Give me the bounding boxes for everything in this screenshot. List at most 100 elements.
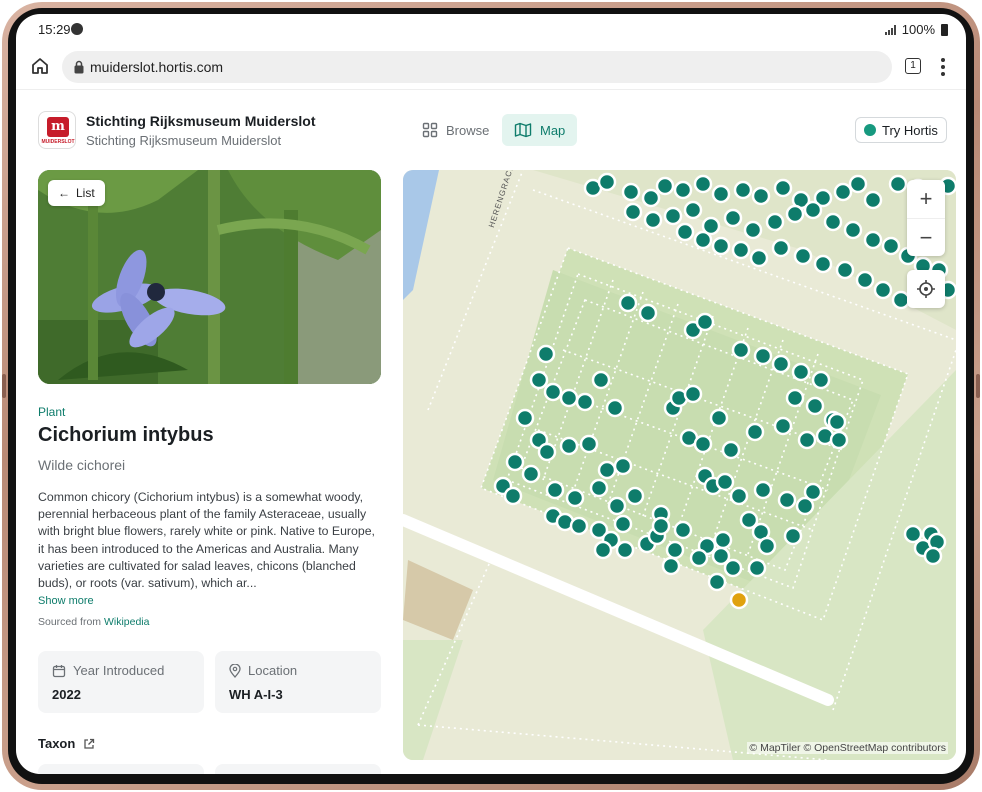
plant-marker[interactable] (651, 516, 671, 536)
plant-marker[interactable] (565, 488, 585, 508)
plant-marker[interactable] (545, 480, 565, 500)
zoom-out-button[interactable]: − (907, 218, 945, 256)
address-bar[interactable]: muiderslot.hortis.com (62, 51, 892, 83)
plant-marker[interactable] (733, 180, 753, 200)
plant-marker[interactable] (536, 344, 556, 364)
browser-menu-icon[interactable] (941, 58, 945, 76)
plant-marker[interactable] (729, 486, 749, 506)
plant-marker[interactable] (757, 536, 777, 556)
plant-marker[interactable] (615, 540, 635, 560)
plant-marker[interactable] (813, 254, 833, 274)
plant-marker[interactable] (827, 412, 847, 432)
org-logo[interactable]: m MUIDERSLOT (38, 111, 76, 149)
plant-marker[interactable] (695, 312, 715, 332)
plant-marker[interactable] (771, 354, 791, 374)
tab-switcher-icon[interactable]: 1 (905, 58, 921, 74)
plant-marker[interactable] (715, 472, 735, 492)
plant-marker[interactable] (689, 548, 709, 568)
plant-marker[interactable] (663, 206, 683, 226)
plant-marker[interactable] (605, 398, 625, 418)
plant-marker[interactable] (618, 293, 638, 313)
garden-map[interactable]: HERENGRACHT + − © MapTiler © OpenStreetM… (403, 170, 956, 760)
plant-marker[interactable] (589, 478, 609, 498)
plant-marker[interactable] (773, 416, 793, 436)
plant-marker[interactable] (723, 558, 743, 578)
plant-marker[interactable] (888, 174, 908, 194)
plant-marker[interactable] (753, 346, 773, 366)
plant-marker[interactable] (723, 208, 743, 228)
plant-marker[interactable] (625, 486, 645, 506)
plant-marker[interactable] (673, 180, 693, 200)
plant-marker[interactable] (503, 486, 523, 506)
plant-marker[interactable] (753, 480, 773, 500)
plant-marker[interactable] (881, 236, 901, 256)
plant-marker[interactable] (848, 174, 868, 194)
plant-marker[interactable] (683, 200, 703, 220)
plant-marker[interactable] (591, 370, 611, 390)
plant-marker[interactable] (749, 248, 769, 268)
plant-marker[interactable] (791, 362, 811, 382)
plant-marker[interactable] (863, 230, 883, 250)
plant-marker[interactable] (903, 524, 923, 544)
selected-plant-marker[interactable] (729, 590, 749, 610)
plant-marker[interactable] (721, 440, 741, 460)
plant-marker[interactable] (569, 516, 589, 536)
plant-marker[interactable] (745, 422, 765, 442)
plant-marker[interactable] (731, 240, 751, 260)
plant-marker[interactable] (743, 220, 763, 240)
plant-marker[interactable] (613, 456, 633, 476)
plant-marker[interactable] (693, 434, 713, 454)
show-more-link[interactable]: Show more (38, 595, 94, 607)
plant-marker[interactable] (665, 540, 685, 560)
plant-marker[interactable] (793, 246, 813, 266)
home-icon[interactable] (30, 56, 50, 76)
plant-marker[interactable] (543, 382, 563, 402)
plant-marker[interactable] (623, 202, 643, 222)
plant-marker[interactable] (597, 172, 617, 192)
back-to-list-button[interactable]: ← List (48, 180, 105, 206)
plant-marker[interactable] (597, 460, 617, 480)
plant-marker[interactable] (747, 558, 767, 578)
plant-marker[interactable] (833, 182, 853, 202)
plant-marker[interactable] (731, 340, 751, 360)
nav-browse[interactable]: Browse (412, 114, 499, 146)
plant-marker[interactable] (675, 222, 695, 242)
plant-marker[interactable] (638, 303, 658, 323)
plant-marker[interactable] (835, 260, 855, 280)
plant-marker[interactable] (521, 464, 541, 484)
plant-marker[interactable] (923, 546, 943, 566)
try-hortis-button[interactable]: Try Hortis (855, 117, 947, 143)
plant-marker[interactable] (643, 210, 663, 230)
plant-marker[interactable] (613, 514, 633, 534)
plant-marker[interactable] (873, 280, 893, 300)
plant-marker[interactable] (707, 572, 727, 592)
plant-marker[interactable] (655, 176, 675, 196)
locate-button[interactable] (907, 270, 945, 308)
plant-marker[interactable] (863, 190, 883, 210)
plant-marker[interactable] (855, 270, 875, 290)
taxon-heading[interactable]: Taxon (38, 736, 95, 751)
plant-marker[interactable] (537, 442, 557, 462)
zoom-in-button[interactable]: + (907, 180, 945, 218)
plant-marker[interactable] (711, 236, 731, 256)
plant-marker[interactable] (803, 200, 823, 220)
plant-marker[interactable] (843, 220, 863, 240)
plant-marker[interactable] (823, 212, 843, 232)
plant-marker[interactable] (829, 430, 849, 450)
plant-marker[interactable] (773, 178, 793, 198)
plant-marker[interactable] (693, 174, 713, 194)
plant-marker[interactable] (579, 434, 599, 454)
plant-marker[interactable] (683, 384, 703, 404)
plant-marker[interactable] (621, 182, 641, 202)
plant-marker[interactable] (785, 204, 805, 224)
plant-marker[interactable] (785, 388, 805, 408)
plant-marker[interactable] (559, 388, 579, 408)
plant-marker[interactable] (771, 238, 791, 258)
plant-marker[interactable] (505, 452, 525, 472)
plant-marker[interactable] (765, 212, 785, 232)
plant-marker[interactable] (713, 530, 733, 550)
plant-marker[interactable] (559, 436, 579, 456)
plant-marker[interactable] (795, 496, 815, 516)
plant-marker[interactable] (751, 186, 771, 206)
plant-marker[interactable] (709, 408, 729, 428)
